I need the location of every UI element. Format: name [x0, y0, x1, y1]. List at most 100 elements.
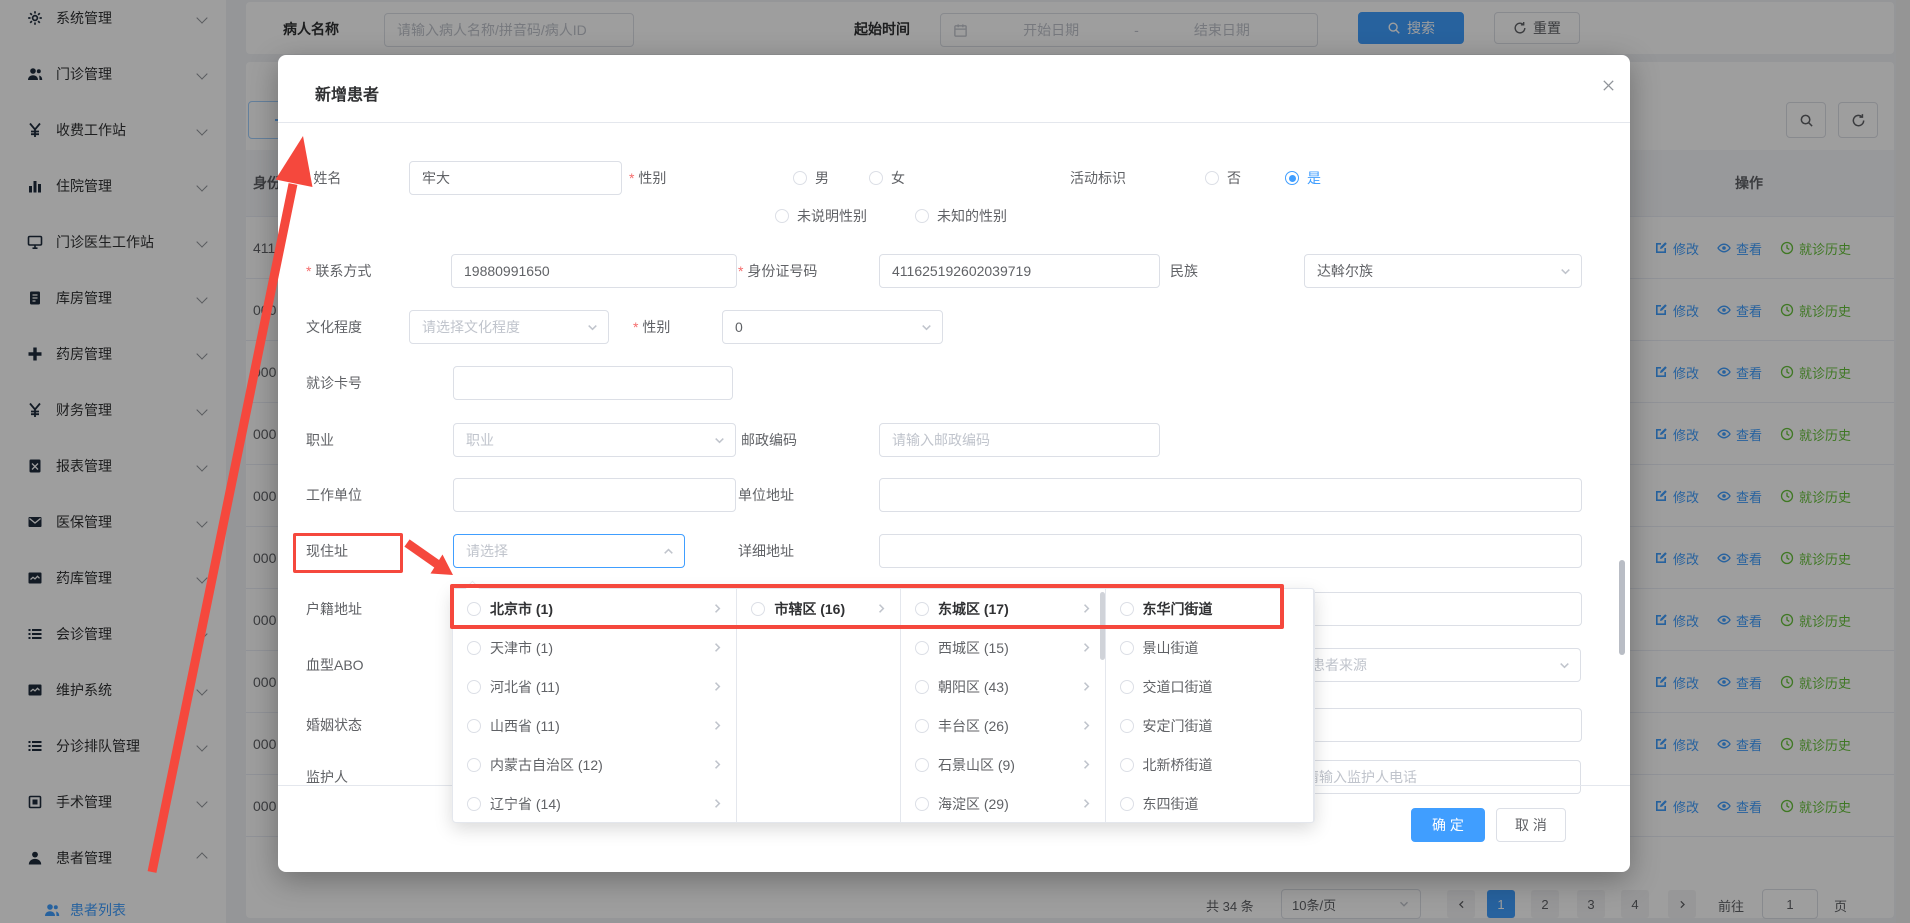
- nation-select[interactable]: 达斡尔族: [1304, 254, 1582, 288]
- cascader-option[interactable]: 西城区 (15): [901, 628, 1105, 667]
- patient-management-page: 系统管理 门诊管理 收费工作站 住院管理 门诊医生工作站 库房管理 药房管理 财…: [0, 0, 1910, 923]
- modal-title: 新增患者: [315, 81, 379, 105]
- cascader-option[interactable]: 安定门街道: [1106, 706, 1314, 745]
- radio-icon[interactable]: [915, 602, 929, 616]
- radio-icon[interactable]: [1120, 641, 1134, 655]
- confirm-button[interactable]: 确 定: [1411, 808, 1485, 842]
- work-unit-label: 工作单位: [306, 478, 362, 512]
- cancel-button[interactable]: 取 消: [1496, 808, 1566, 842]
- cascader-option-label: 市辖区 (16): [774, 599, 845, 619]
- chevron-right-icon: [711, 602, 724, 615]
- cascader-option-label: 景山街道: [1143, 638, 1199, 658]
- name-label: 姓名: [304, 161, 341, 195]
- radio-icon[interactable]: [915, 719, 929, 733]
- id-card-input[interactable]: [879, 254, 1160, 288]
- cascader-option[interactable]: 丰台区 (26): [901, 706, 1105, 745]
- cascader-option[interactable]: 天津市 (1): [453, 628, 736, 667]
- radio-icon[interactable]: [751, 602, 765, 616]
- phone-label: 联系方式: [306, 254, 371, 288]
- cascader-option-label: 东华门街道: [1143, 599, 1213, 619]
- work-unit-input[interactable]: [453, 478, 736, 512]
- marital-label: 婚姻状态: [306, 708, 362, 742]
- radio-icon[interactable]: [467, 758, 481, 772]
- chevron-right-icon: [711, 719, 724, 732]
- radio-icon[interactable]: [467, 680, 481, 694]
- cascader-option[interactable]: 河北省 (11): [453, 667, 736, 706]
- radio-checked-icon: [1285, 171, 1299, 185]
- name-input[interactable]: [409, 161, 622, 195]
- chevron-down-icon: [920, 321, 933, 334]
- current-address-select[interactable]: 请选择: [453, 534, 685, 568]
- cascader-option[interactable]: 石景山区 (9): [901, 745, 1105, 784]
- detail-address-input[interactable]: [879, 534, 1582, 568]
- radio-icon[interactable]: [467, 719, 481, 733]
- gender-radio-male[interactable]: 男: [793, 168, 829, 188]
- cascader-option[interactable]: 辽宁省 (14): [453, 784, 736, 822]
- cascader-option-label: 丰台区 (26): [938, 716, 1009, 736]
- cascader-option-label: 北新桥街道: [1143, 755, 1213, 775]
- modal-scrollbar-thumb[interactable]: [1619, 560, 1625, 655]
- gender-label: 性别: [629, 161, 666, 195]
- cascader-option[interactable]: 山西省 (11): [453, 706, 736, 745]
- cascader-option-label: 安定门街道: [1143, 716, 1213, 736]
- radio-icon[interactable]: [915, 797, 929, 811]
- cascader-option[interactable]: 北新桥街道: [1106, 745, 1314, 784]
- cascader-option-label: 东四街道: [1143, 794, 1199, 814]
- radio-icon[interactable]: [915, 680, 929, 694]
- cascader-option-label: 辽宁省 (14): [490, 794, 561, 814]
- cascader-option-label: 西城区 (15): [938, 638, 1009, 658]
- card-no-label: 就诊卡号: [306, 366, 362, 400]
- chevron-down-icon: [1559, 265, 1572, 278]
- cascader-option[interactable]: 内蒙古自治区 (12): [453, 745, 736, 784]
- cascader-option[interactable]: 东华门街道: [1106, 589, 1314, 628]
- modal-header-divider: [278, 122, 1630, 123]
- patient-source-select[interactable]: 患者来源: [1298, 648, 1581, 682]
- gender-radio-unexplained[interactable]: 未说明性别: [775, 206, 867, 226]
- radio-icon[interactable]: [1120, 758, 1134, 772]
- postcode-input[interactable]: [879, 423, 1160, 457]
- radio-icon[interactable]: [915, 641, 929, 655]
- cascader-option[interactable]: 北京市 (1): [453, 589, 736, 628]
- nation-label: 民族: [1170, 254, 1198, 288]
- cascader-option[interactable]: 海淀区 (29): [901, 784, 1105, 822]
- radio-icon[interactable]: [467, 797, 481, 811]
- cascader-option[interactable]: 交道口街道: [1106, 667, 1314, 706]
- gender-code-select[interactable]: 0: [722, 310, 943, 344]
- cascader-province-column: 北京市 (1) 天津市 (1) 河北省 (11) 山西省 (11) 内蒙古自治区…: [453, 589, 737, 822]
- card-no-input[interactable]: [453, 366, 733, 400]
- unit-address-input[interactable]: [879, 478, 1582, 512]
- gender-radio-unknown[interactable]: 未知的性别: [915, 206, 1007, 226]
- cascader-scrollbar-thumb[interactable]: [1100, 592, 1105, 660]
- active-flag-label: 活动标识: [1070, 161, 1126, 195]
- radio-icon[interactable]: [1120, 797, 1134, 811]
- active-flag-radio-no[interactable]: 否: [1205, 168, 1241, 188]
- guardian-label: 监护人: [306, 760, 348, 794]
- cascader-option[interactable]: 东城区 (17): [901, 589, 1105, 628]
- radio-icon[interactable]: [1120, 719, 1134, 733]
- cascader-option[interactable]: 朝阳区 (43): [901, 667, 1105, 706]
- radio-icon[interactable]: [467, 602, 481, 616]
- education-select[interactable]: 请选择文化程度: [409, 310, 609, 344]
- gender-code-label: 性别: [633, 310, 670, 344]
- close-icon[interactable]: [1596, 73, 1620, 97]
- radio-icon[interactable]: [1120, 602, 1134, 616]
- cascader-option-label: 交道口街道: [1143, 677, 1213, 697]
- chevron-right-icon: [1080, 797, 1093, 810]
- chevron-down-icon: [586, 321, 599, 334]
- radio-icon[interactable]: [1120, 680, 1134, 694]
- chevron-right-icon: [1080, 602, 1093, 615]
- gender-radio-female[interactable]: 女: [869, 168, 905, 188]
- occupation-select[interactable]: 职业: [453, 423, 736, 457]
- cascader-option[interactable]: 市辖区 (16): [737, 589, 900, 628]
- radio-icon[interactable]: [467, 641, 481, 655]
- active-flag-radio-yes[interactable]: 是: [1285, 168, 1321, 188]
- cascader-option[interactable]: 东四街道: [1106, 784, 1314, 822]
- household-address-label: 户籍地址: [306, 592, 362, 626]
- phone-input[interactable]: [451, 254, 737, 288]
- guardian-phone-input[interactable]: [1292, 760, 1581, 794]
- cascader-district-column: 东城区 (17) 西城区 (15) 朝阳区 (43) 丰台区 (26) 石景山区…: [901, 589, 1106, 822]
- id-card-label: 身份证号码: [738, 254, 817, 288]
- cascader-option[interactable]: 景山街道: [1106, 628, 1314, 667]
- radio-icon[interactable]: [915, 758, 929, 772]
- cascader-option-label: 山西省 (11): [490, 716, 560, 736]
